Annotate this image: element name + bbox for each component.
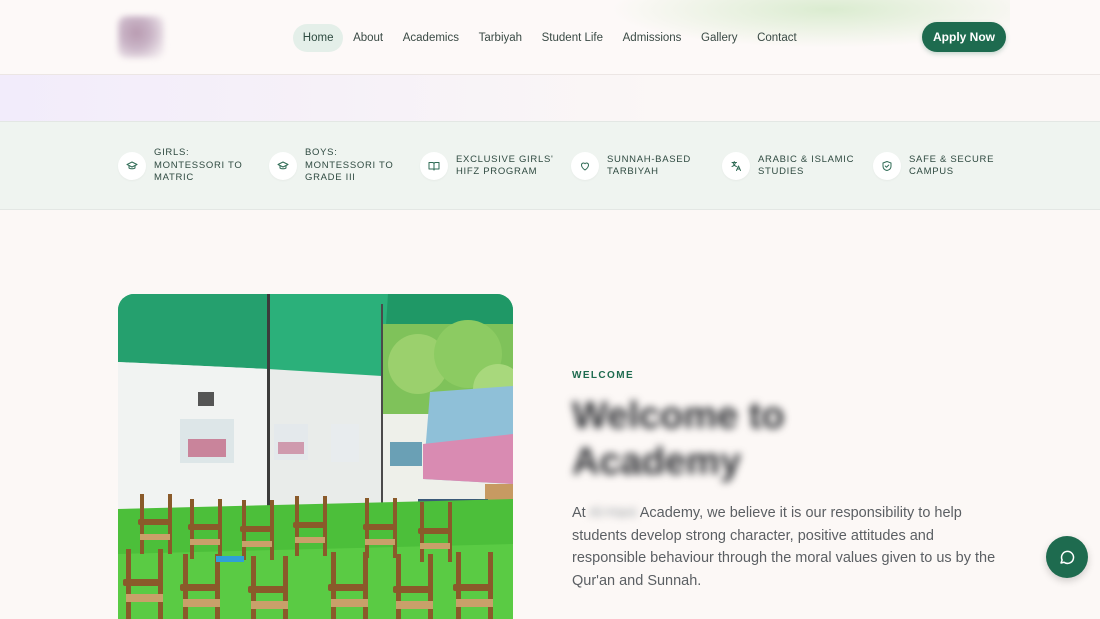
nav-contact[interactable]: Contact: [747, 24, 806, 52]
shield-check-icon: [873, 152, 901, 180]
graduation-cap-icon: [118, 152, 146, 180]
welcome-body-prefix: At: [572, 505, 586, 521]
translate-icon: [722, 152, 750, 180]
apply-now-button[interactable]: Apply Now: [922, 22, 1006, 52]
graduation-cap-icon: [269, 152, 297, 180]
site-logo[interactable]: [118, 16, 164, 58]
main-nav: Home About Academics Tarbiyah Student Li…: [293, 24, 807, 52]
feature-label: EXCLUSIVE GIRLS' HIFZ PROGRAM: [456, 153, 554, 178]
nav-about[interactable]: About: [343, 24, 393, 52]
feature-label: ARABIC & ISLAMIC STUDIES: [758, 153, 855, 178]
feature-label: GIRLS: MONTESSORI TO MATRIC: [154, 147, 243, 184]
nav-gallery[interactable]: Gallery: [691, 24, 747, 52]
nav-tarbiyah[interactable]: Tarbiyah: [469, 24, 532, 52]
feature-safe-campus: SAFE & SECURE CAMPUS: [873, 122, 1013, 210]
nav-admissions[interactable]: Admissions: [613, 24, 691, 52]
book-open-icon: [420, 152, 448, 180]
feature-label: BOYS: MONTESSORI TO GRADE III: [305, 147, 394, 184]
welcome-body-school-name: Al-Hani: [588, 505, 637, 521]
feature-label: SAFE & SECURE CAMPUS: [909, 153, 995, 178]
feature-arabic-islamic: ARABIC & ISLAMIC STUDIES: [722, 122, 862, 210]
chat-bubble-icon: [1060, 550, 1075, 565]
welcome-body: At Al-Hani Academy, we believe it is our…: [572, 502, 1012, 592]
sub-banner: [0, 75, 1100, 122]
feature-girls-montessori: GIRLS: MONTESSORI TO MATRIC: [118, 122, 258, 210]
nav-student-life[interactable]: Student Life: [532, 24, 613, 52]
features-strip: GIRLS: MONTESSORI TO MATRIC BOYS: MONTES…: [0, 122, 1100, 210]
feature-sunnah-tarbiyah: SUNNAH-BASED TARBIYAH: [571, 122, 711, 210]
welcome-eyebrow: WELCOME: [572, 370, 635, 381]
feature-hifz-program: EXCLUSIVE GIRLS' HIFZ PROGRAM: [420, 122, 560, 210]
site-header: Home About Academics Tarbiyah Student Li…: [0, 0, 1100, 75]
feature-label: SUNNAH-BASED TARBIYAH: [607, 153, 691, 178]
heart-icon: [571, 152, 599, 180]
chat-button[interactable]: [1046, 536, 1088, 578]
classroom-photo: [118, 294, 513, 619]
nav-home[interactable]: Home: [293, 24, 344, 52]
nav-academics[interactable]: Academics: [393, 24, 469, 52]
welcome-title: Welcome to Academy: [572, 395, 785, 483]
feature-boys-montessori: BOYS: MONTESSORI TO GRADE III: [269, 122, 409, 210]
